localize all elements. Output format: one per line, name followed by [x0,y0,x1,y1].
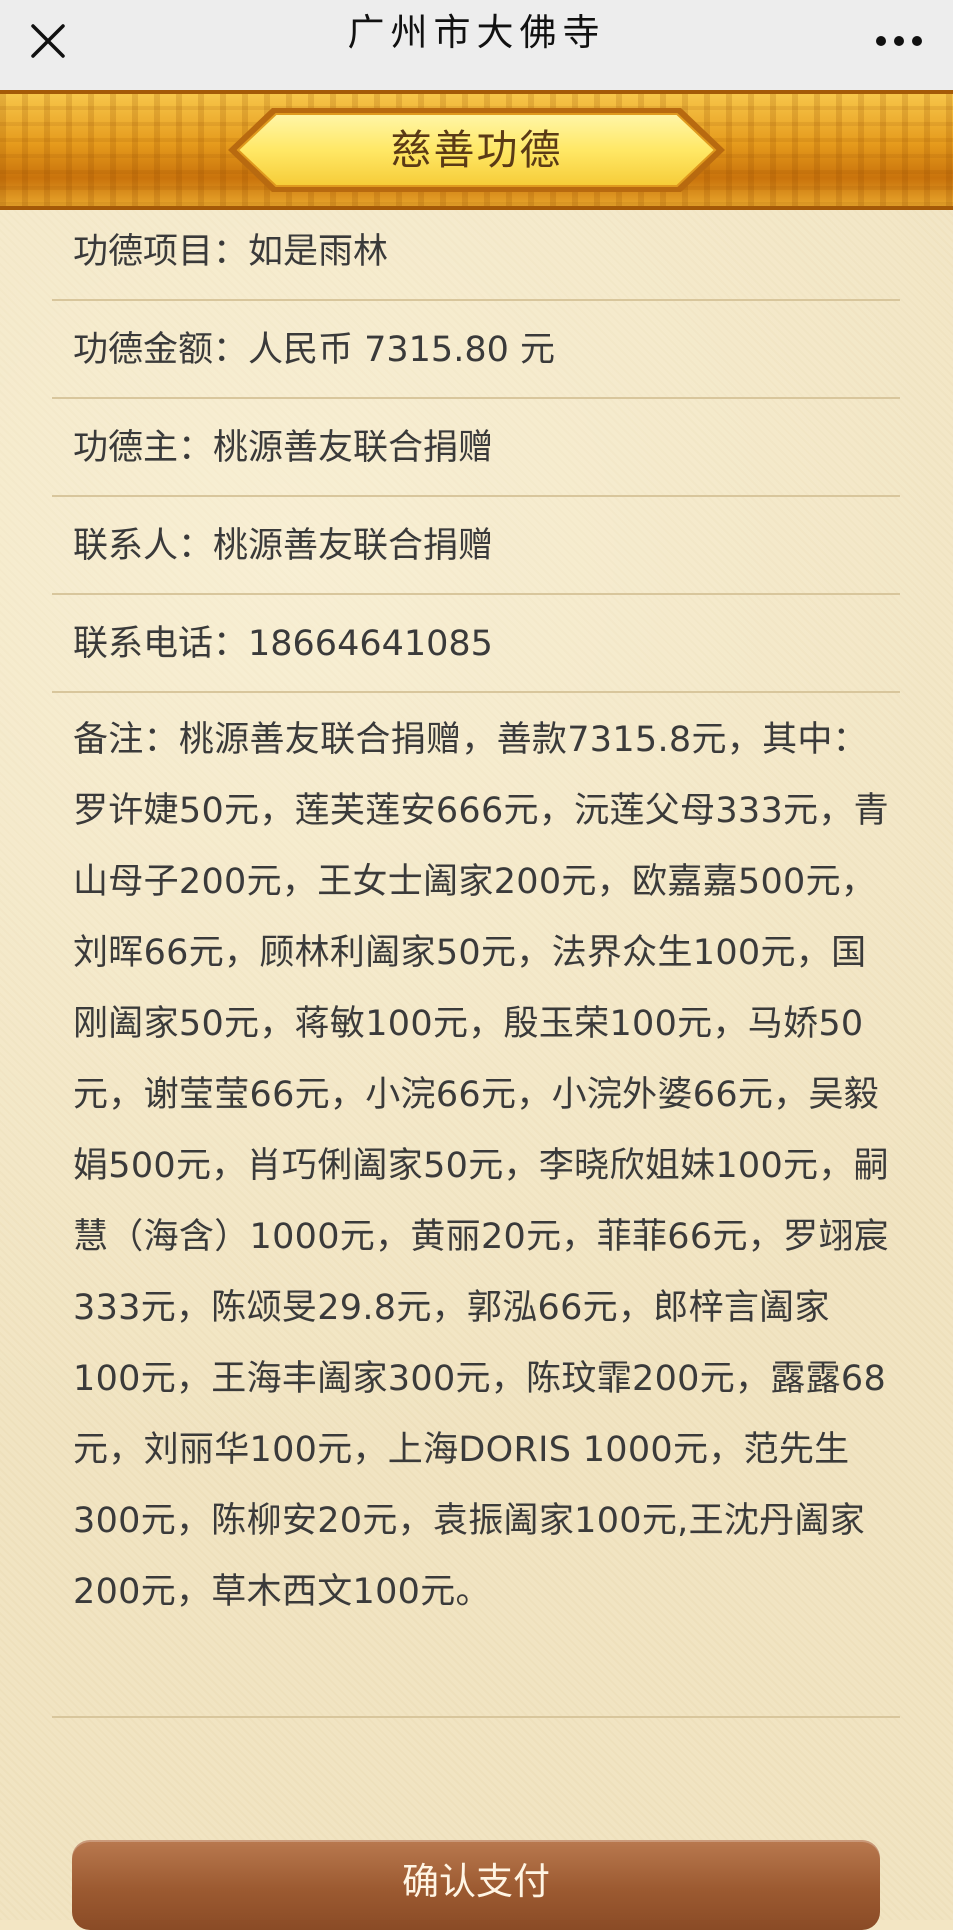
more-icon[interactable] [873,17,925,65]
phone-row: 联系电话：18664641085 [52,595,900,693]
banner-plaque: 慈善功德 [228,106,725,194]
amount-row: 功德金额：人民币 7315.80 元 [52,301,900,399]
page-title: 广州市大佛寺 [347,11,606,54]
donor-row: 功德主：桃源善友联合捐赠 [52,399,900,497]
banner-title: 慈善功德 [390,126,563,174]
header-banner: 慈善功德 [0,90,953,210]
note-row: 备注：桃源善友联合捐赠，善款7315.8元，其中：罗许婕50元，莲芙莲安666元… [52,683,900,1718]
contact-row: 联系人：桃源善友联合捐赠 [52,497,900,595]
confirm-payment-button[interactable]: 确认支付 [72,1840,880,1930]
project-row: 功德项目：如是雨林 [52,203,900,301]
top-nav-bar: 广州市大佛寺 [0,0,953,90]
